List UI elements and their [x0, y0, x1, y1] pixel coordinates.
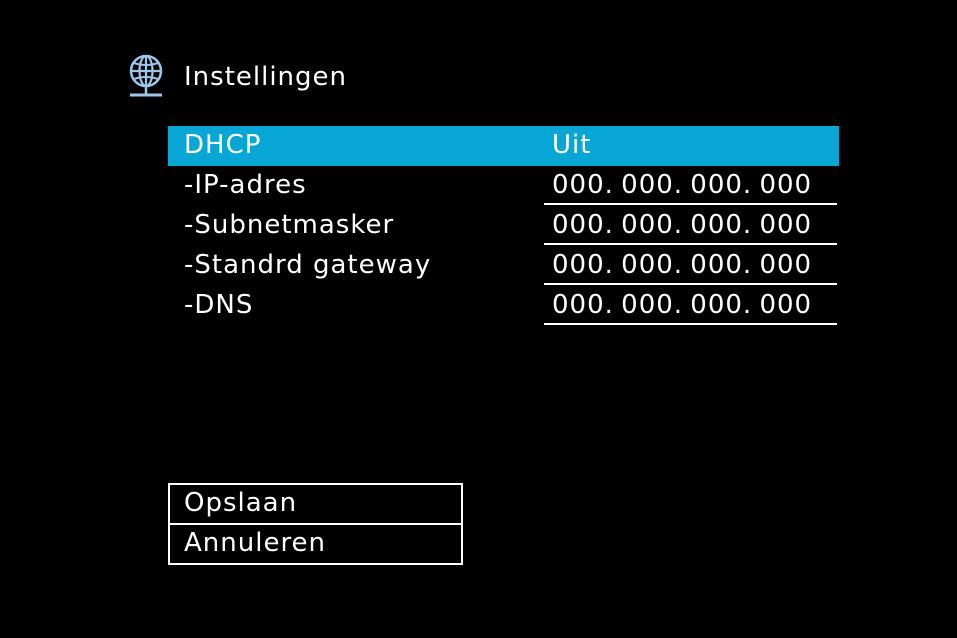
dns-field[interactable]: 000. 000. 000. 000 [544, 290, 837, 325]
default-gateway-field[interactable]: 000. 000. 000. 000 [544, 250, 837, 285]
ip-address-field[interactable]: 000. 000. 000. 000 [544, 170, 837, 205]
network-settings-list: DHCP Uit -IP-adres 000. 000. 000. 000 -S… [168, 126, 839, 326]
save-button-label: Opslaan [184, 488, 298, 518]
default-gateway-value: 000. 000. 000. 000 [552, 250, 813, 280]
dhcp-label: DHCP [184, 130, 262, 160]
action-buttons: Opslaan Annuleren [168, 483, 463, 565]
subnet-mask-value: 000. 000. 000. 000 [552, 210, 813, 240]
header: Instellingen [126, 53, 347, 101]
default-gateway-label: -Standrd gateway [184, 250, 432, 280]
subnet-mask-field[interactable]: 000. 000. 000. 000 [544, 210, 837, 245]
dns-label: -DNS [184, 290, 254, 320]
ip-address-row[interactable]: -IP-adres 000. 000. 000. 000 [168, 166, 839, 206]
dhcp-row[interactable]: DHCP Uit [168, 126, 839, 166]
save-button[interactable]: Opslaan [170, 485, 461, 523]
dns-value: 000. 000. 000. 000 [552, 290, 813, 320]
dns-row[interactable]: -DNS 000. 000. 000. 000 [168, 286, 839, 326]
subnet-mask-row[interactable]: -Subnetmasker 000. 000. 000. 000 [168, 206, 839, 246]
globe-network-icon [129, 54, 163, 97]
cancel-button-label: Annuleren [184, 528, 327, 558]
ip-address-label: -IP-adres [184, 170, 307, 200]
ip-address-value: 000. 000. 000. 000 [552, 170, 813, 200]
subnet-mask-label: -Subnetmasker [184, 210, 395, 240]
page-title: Instellingen [184, 62, 348, 92]
cancel-button[interactable]: Annuleren [170, 523, 461, 563]
default-gateway-row[interactable]: -Standrd gateway 000. 000. 000. 000 [168, 246, 839, 286]
dhcp-value: Uit [552, 130, 592, 160]
